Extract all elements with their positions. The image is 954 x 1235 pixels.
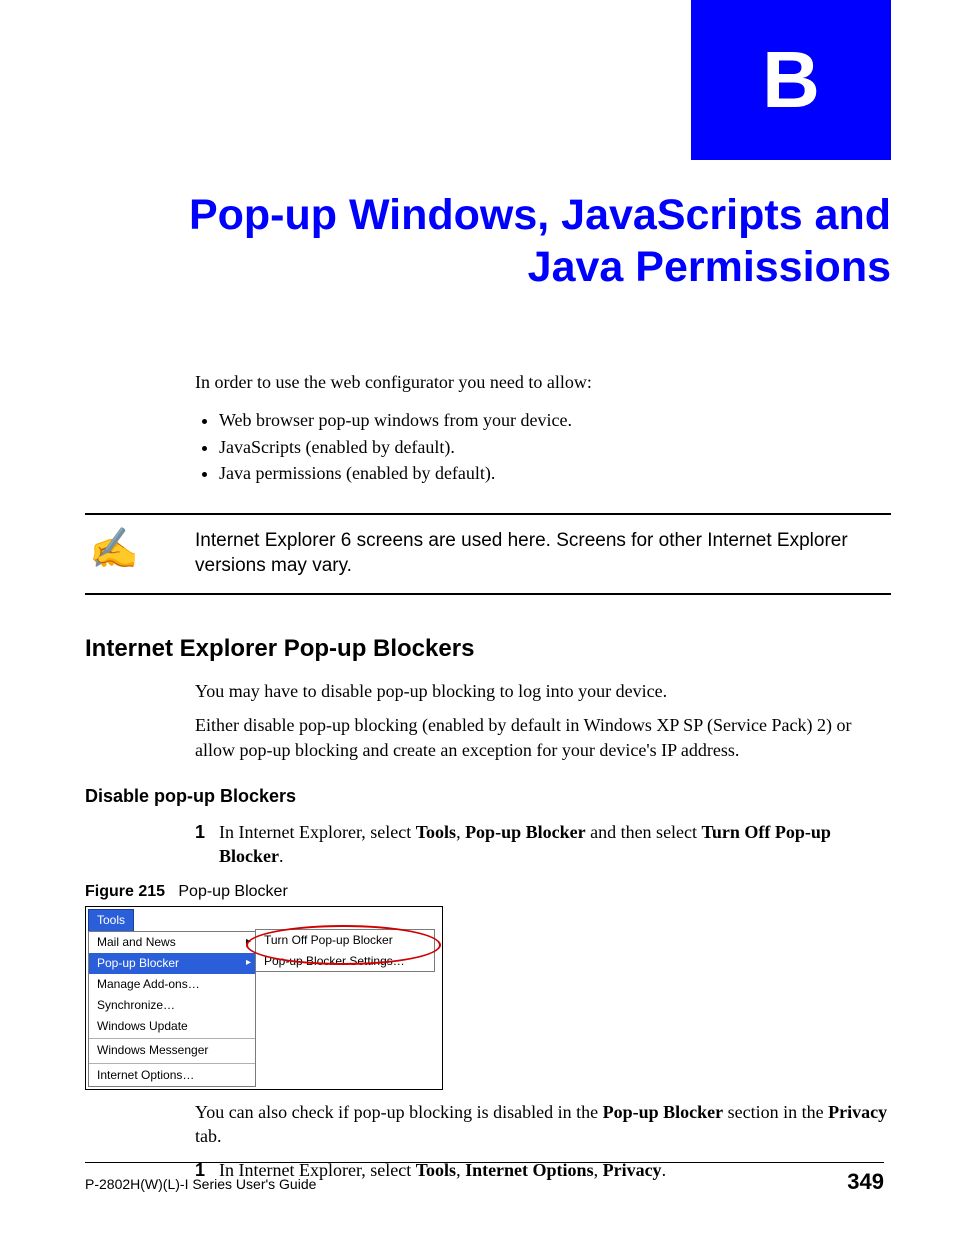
list-item: Web browser pop-up windows from your dev… (219, 408, 891, 432)
numbered-step: 1 In Internet Explorer, select Tools, Po… (195, 820, 891, 869)
menu-item-label: Turn Off Pop-up Blocker (264, 933, 393, 947)
step-text: In Internet Explorer, select Tools, Pop-… (219, 820, 891, 869)
body-text: You may have to disable pop-up blocking … (195, 679, 891, 703)
menu-item-label: Pop-up Blocker Settings… (264, 954, 405, 968)
list-item: JavaScripts (enabled by default). (219, 435, 891, 459)
footer-page-number: 349 (847, 1169, 884, 1195)
menu-item-label: Windows Update (97, 1019, 188, 1033)
page-footer: P-2802H(W)(L)-I Series User's Guide 349 (85, 1162, 884, 1195)
bold-term: Pop-up Blocker (465, 822, 586, 842)
page-title: Pop-up Windows, JavaScripts and Java Per… (85, 190, 891, 293)
figure-number: Figure 215 (85, 883, 165, 900)
menu-item-label: Manage Add-ons… (97, 977, 200, 991)
tools-dropdown-menu: Mail and News ▸ Pop-up Blocker ▸ Manage Ad… (88, 931, 256, 1087)
menu-item-label: Windows Messenger (97, 1043, 208, 1057)
popup-blocker-submenu: Turn Off Pop-up Blocker Pop-up Blocker S… (255, 929, 435, 971)
text-fragment: , (456, 822, 465, 842)
subsection-heading-disable: Disable pop-up Blockers (85, 784, 891, 808)
text-fragment: You can also check if pop-up blocking is… (195, 1102, 603, 1122)
note-block: ✍ Internet Explorer 6 screens are used h… (85, 513, 891, 594)
note-text: Internet Explorer 6 screens are used her… (195, 529, 891, 578)
menu-separator (89, 1063, 255, 1064)
menu-item-synchronize[interactable]: Synchronize… (89, 995, 255, 1016)
requirement-bullets: Web browser pop-up windows from your dev… (219, 408, 891, 485)
menu-item-messenger[interactable]: Windows Messenger (89, 1040, 255, 1061)
tools-menu-tab[interactable]: Tools (88, 909, 134, 930)
bold-term: Tools (416, 822, 456, 842)
step-number: 1 (195, 820, 219, 869)
body-text: You can also check if pop-up blocking is… (195, 1100, 891, 1149)
section-heading-popup-blockers: Internet Explorer Pop-up Blockers (85, 633, 891, 665)
submenu-arrow-icon: ▸ (246, 935, 251, 949)
appendix-tab: B (691, 0, 891, 160)
submenu-arrow-icon: ▸ (246, 956, 251, 970)
footer-guide-name: P-2802H(W)(L)-I Series User's Guide (85, 1176, 316, 1192)
menu-item-mail[interactable]: Mail and News ▸ (89, 932, 255, 953)
menu-item-label: Pop-up Blocker (97, 956, 179, 970)
figure-title: Pop-up Blocker (178, 883, 287, 900)
menu-item-internet-options[interactable]: Internet Options… (89, 1065, 255, 1086)
menu-item-label: Synchronize… (97, 998, 175, 1012)
menu-item-windows-update[interactable]: Windows Update (89, 1016, 255, 1037)
figure-popup-blocker: Tools Mail and News ▸ Pop-up Blocker ▸ Man… (85, 906, 443, 1090)
menu-item-label: Mail and News (97, 935, 176, 949)
text-fragment: In Internet Explorer, select (219, 822, 416, 842)
intro-text: In order to use the web configurator you… (195, 370, 891, 394)
bold-term: Pop-up Blocker (603, 1102, 724, 1122)
list-item: Java permissions (enabled by default). (219, 461, 891, 485)
page-content: In order to use the web configurator you… (195, 370, 891, 1193)
text-fragment: and then select (586, 822, 702, 842)
body-text: Either disable pop-up blocking (enabled … (195, 713, 891, 762)
figure-caption: Figure 215 Pop-up Blocker (85, 881, 891, 903)
menu-item-popup-blocker[interactable]: Pop-up Blocker ▸ (89, 953, 255, 974)
menu-item-label: Internet Options… (97, 1068, 194, 1082)
submenu-item-settings[interactable]: Pop-up Blocker Settings… (256, 951, 434, 971)
note-icon: ✍ (85, 529, 195, 569)
bold-term: Privacy (828, 1102, 887, 1122)
menu-item-addons[interactable]: Manage Add-ons… (89, 974, 255, 995)
menu-separator (89, 1038, 255, 1039)
submenu-item-turn-off[interactable]: Turn Off Pop-up Blocker (256, 930, 434, 950)
appendix-letter: B (762, 34, 820, 126)
text-fragment: . (279, 846, 284, 866)
text-fragment: section in the (723, 1102, 828, 1122)
text-fragment: tab. (195, 1126, 222, 1146)
